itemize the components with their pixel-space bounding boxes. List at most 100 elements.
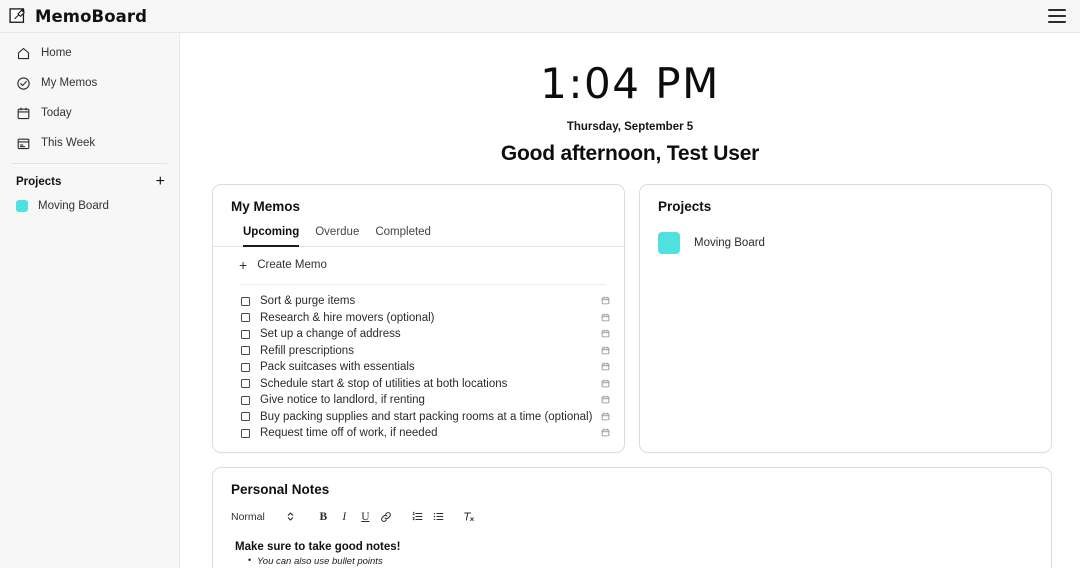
calendar-icon	[601, 296, 610, 305]
projects-card: Projects Moving Board	[639, 184, 1052, 453]
sidebar-item-label: Today	[41, 107, 72, 119]
project-color-swatch	[16, 200, 28, 212]
bold-glyph: B	[319, 510, 328, 523]
notes-heading: Make sure to take good notes!	[235, 540, 401, 553]
notes-editor[interactable]: Make sure to take good notes! You can al…	[213, 525, 1051, 567]
app-body: Home My Memos Today This Week Projects +…	[0, 33, 1080, 568]
clear-format-icon	[464, 512, 475, 521]
link-button[interactable]	[376, 509, 397, 525]
tab-completed[interactable]: Completed	[375, 226, 431, 246]
project-card-item[interactable]: Moving Board	[640, 214, 1051, 254]
sidebar: Home My Memos Today This Week Projects +…	[0, 33, 180, 568]
hamburger-line	[1048, 15, 1066, 17]
task-checkbox[interactable]	[241, 329, 250, 339]
memo-tabs: Upcoming Overdue Completed	[213, 214, 624, 247]
italic-button[interactable]: I	[334, 509, 355, 525]
tab-overdue[interactable]: Overdue	[315, 226, 359, 246]
task-label: Research & hire movers (optional)	[260, 311, 435, 324]
memo-task-row[interactable]: Schedule start & stop of utilities at bo…	[213, 376, 624, 393]
calendar-icon	[601, 428, 610, 437]
memo-task-row[interactable]: Sort & purge items	[213, 293, 624, 310]
calendar-icon	[601, 313, 610, 322]
calendar-week-icon	[17, 138, 30, 149]
task-label: Give notice to landlord, if renting	[260, 394, 425, 407]
task-label: Refill prescriptions	[260, 344, 354, 357]
bullet-list-icon	[433, 512, 444, 521]
brand-name: MemoBoard	[35, 6, 148, 26]
task-due-date-button[interactable]	[601, 342, 610, 360]
task-checkbox[interactable]	[241, 346, 250, 356]
memo-task-row[interactable]: Refill prescriptions	[213, 343, 624, 360]
notes-bullet-list: You can also use bullet points	[235, 555, 1051, 567]
task-label: Schedule start & stop of utilities at bo…	[260, 377, 508, 390]
sidebar-projects-title: Projects	[16, 176, 62, 188]
app-root: MemoBoard Home My Memos Today This Week …	[0, 0, 1080, 568]
memo-task-row[interactable]: Set up a change of address	[213, 326, 624, 343]
sidebar-item-today[interactable]: Today	[10, 103, 169, 123]
home-icon	[17, 47, 30, 59]
task-label: Buy packing supplies and start packing r…	[260, 410, 593, 423]
task-checkbox[interactable]	[241, 313, 250, 323]
task-due-date-button[interactable]	[601, 408, 610, 426]
hamburger-menu-icon[interactable]	[1048, 9, 1066, 23]
add-project-button[interactable]: +	[156, 174, 165, 190]
memo-task-row[interactable]: Give notice to landlord, if renting	[213, 392, 624, 409]
notes-bullet-item: You can also use bullet points	[248, 555, 1051, 567]
memo-task-row[interactable]: Research & hire movers (optional)	[213, 310, 624, 327]
memo-task-row[interactable]: Buy packing supplies and start packing r…	[213, 409, 624, 426]
task-due-date-button[interactable]	[601, 325, 610, 343]
notes-section: Personal Notes Normal B I U Make sure to…	[180, 453, 1080, 568]
brand[interactable]: MemoBoard	[8, 6, 147, 26]
chevron-updown-icon	[287, 512, 294, 521]
sidebar-project-moving-board[interactable]: Moving Board	[0, 188, 179, 212]
plus-icon: +	[239, 257, 248, 273]
task-due-date-button[interactable]	[601, 292, 610, 310]
task-due-date-button[interactable]	[601, 309, 610, 327]
calendar-icon	[17, 106, 30, 119]
task-due-date-button[interactable]	[601, 375, 610, 393]
project-color-swatch	[658, 232, 680, 254]
calendar-icon	[601, 379, 610, 388]
italic-glyph: I	[342, 510, 347, 523]
pinned-note-icon	[9, 8, 25, 23]
task-due-date-button[interactable]	[601, 424, 610, 442]
task-checkbox[interactable]	[241, 395, 250, 405]
memo-task-row[interactable]: Pack suitcases with essentials	[213, 359, 624, 376]
hero-section: 1:04 PM Thursday, September 5 Good after…	[180, 33, 1080, 166]
bold-button[interactable]: B	[313, 509, 334, 525]
projects-card-title: Projects	[658, 199, 712, 214]
task-label: Pack suitcases with essentials	[260, 361, 415, 374]
task-label: Sort & purge items	[260, 295, 356, 308]
my-memos-title: My Memos	[231, 199, 301, 214]
sidebar-item-home[interactable]: Home	[10, 43, 169, 63]
sidebar-item-label: This Week	[41, 137, 96, 149]
task-checkbox[interactable]	[241, 379, 250, 389]
text-style-select[interactable]: Normal	[231, 511, 294, 523]
cards-row: My Memos Upcoming Overdue Completed + Cr…	[180, 166, 1080, 453]
personal-notes-title: Personal Notes	[231, 481, 330, 497]
bullet-list-button[interactable]	[428, 509, 449, 525]
sidebar-project-label: Moving Board	[38, 200, 109, 212]
task-due-date-button[interactable]	[601, 358, 610, 376]
memo-task-row[interactable]: Request time off of work, if needed	[213, 425, 624, 442]
task-checkbox[interactable]	[241, 296, 250, 306]
task-checkbox[interactable]	[241, 412, 250, 422]
sidebar-item-my-memos[interactable]: My Memos	[10, 73, 169, 93]
task-due-date-button[interactable]	[601, 391, 610, 409]
ordered-list-button[interactable]	[407, 509, 428, 525]
create-memo-button[interactable]: + Create Memo	[213, 247, 624, 273]
task-checkbox[interactable]	[241, 428, 250, 438]
current-date: Thursday, September 5	[566, 121, 694, 133]
tab-upcoming[interactable]: Upcoming	[243, 226, 300, 247]
sidebar-projects-header: Projects +	[0, 164, 179, 190]
sidebar-item-this-week[interactable]: This Week	[10, 133, 169, 153]
clear-format-button[interactable]	[459, 509, 480, 525]
underline-button[interactable]: U	[355, 509, 376, 525]
calendar-icon	[601, 329, 610, 338]
task-checkbox[interactable]	[241, 362, 250, 372]
text-style-value: Normal	[231, 510, 265, 523]
calendar-icon	[601, 362, 610, 371]
memo-task-list: Sort & purge items Research & hire movers…	[213, 285, 624, 442]
underline-glyph: U	[361, 510, 370, 523]
project-card-label: Moving Board	[694, 237, 765, 249]
